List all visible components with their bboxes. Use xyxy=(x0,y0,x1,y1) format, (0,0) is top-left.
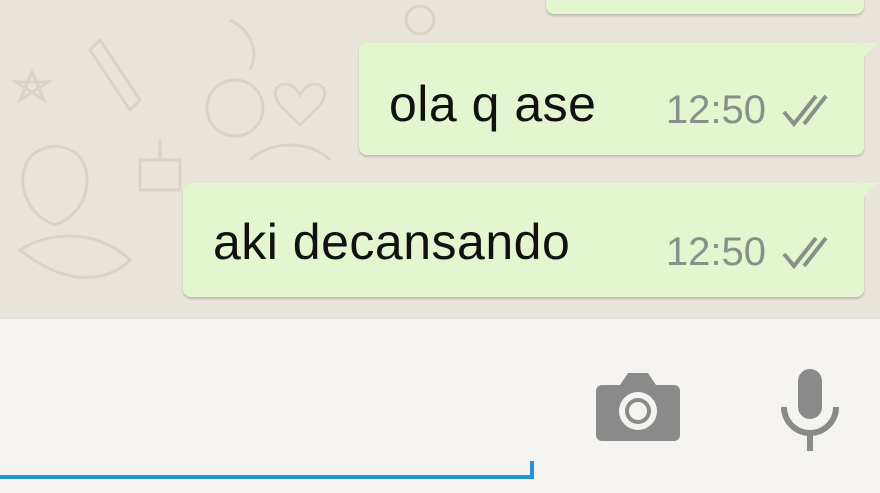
message-text: aki decansando xyxy=(213,214,571,270)
message-bubble[interactable]: aki decansando 12:50 xyxy=(183,183,878,297)
message-meta: 12:50 xyxy=(666,230,840,275)
message-meta: 12:50 xyxy=(666,88,840,133)
previous-message-bubble xyxy=(546,0,864,14)
mic-icon[interactable] xyxy=(778,367,842,453)
message-bubble[interactable]: ola q ase 12:50 xyxy=(359,43,878,155)
read-ticks-icon xyxy=(782,94,828,127)
message-input[interactable] xyxy=(0,461,534,479)
message-input-bar xyxy=(0,318,880,493)
message-text: ola q ase xyxy=(389,76,597,132)
message-time: 12:50 xyxy=(665,230,766,274)
read-ticks-icon xyxy=(782,236,828,269)
message-time: 12:50 xyxy=(665,88,766,132)
camera-icon[interactable] xyxy=(596,369,680,441)
chat-area: ola q ase 12:50 aki decansando 12:50 xyxy=(0,0,880,318)
